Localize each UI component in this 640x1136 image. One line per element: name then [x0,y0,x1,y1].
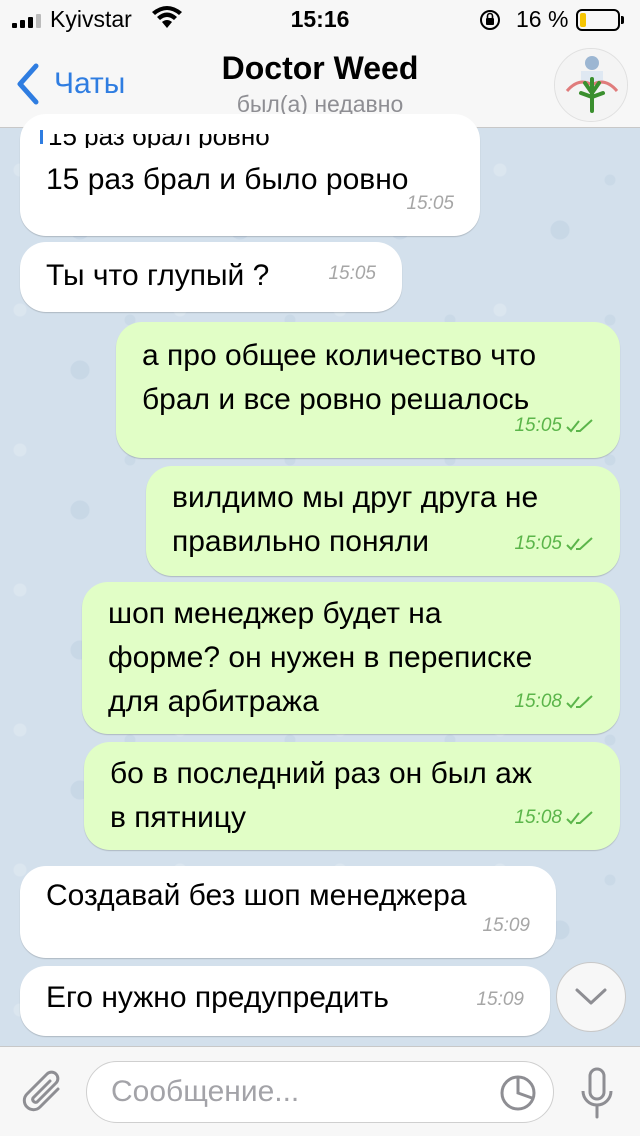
microphone-icon[interactable] [580,1067,614,1121]
message-text: Создавай без шоп менеджера [46,879,467,912]
paperclip-icon[interactable] [20,1067,68,1119]
status-bar: Kyivstar 15:16 16 % [0,0,640,40]
avatar[interactable] [554,48,628,122]
battery-level [580,13,586,27]
back-button[interactable]: Чаты [14,60,125,108]
message-outgoing[interactable]: бо в последний раз он был аж в пятницу 1… [84,742,620,850]
message-input-container [86,1061,554,1123]
message-outgoing[interactable]: вилдимо мы друг друга не правильно понял… [146,466,620,576]
message-outgoing[interactable]: а про общее количество что брал и все ро… [116,322,620,458]
message-input[interactable] [111,1062,491,1122]
message-text: бо в последний раз он был аж в пятницу [110,757,532,834]
message-text: вилдимо мы друг друга не правильно понял… [172,481,539,558]
reply-quote-text: 15 раз брал ровно [48,121,270,151]
message-text: а про общее количество что брал и все ро… [142,339,537,416]
message-time: 15:05 [514,522,594,566]
message-time: 15:09 [482,915,530,936]
message-time: 15:05 [406,193,454,214]
back-label: Чаты [54,67,126,100]
double-check-icon [566,419,593,433]
message-text: 15 раз брал и было ровно [46,163,409,196]
composer-bar [0,1046,640,1136]
chat-title-block[interactable]: Doctor Weed был(а) недавно [140,50,500,118]
message-time: 15:09 [476,989,524,1010]
rotation-lock-icon [480,10,500,30]
double-check-icon [566,537,593,551]
message-time: 15:08 [514,680,594,724]
message-incoming[interactable]: 15 раз брал ровно 15 раз брал и было ров… [20,114,480,236]
message-incoming[interactable]: Создавай без шоп менеджера 15:09 [20,866,556,958]
message-text: Его нужно предупредить [46,981,389,1014]
message-incoming[interactable]: Ты что глупый ? 15:05 [20,242,402,312]
reply-quote-bar [40,130,43,144]
message-time: 15:08 [514,796,594,840]
message-outgoing[interactable]: шоп менеджер будет на форме? он нужен в … [82,582,620,734]
scroll-to-bottom-button[interactable] [556,962,626,1032]
chevron-down-icon [575,988,607,1005]
message-text: Ты что глупый ? [46,259,270,292]
double-check-icon [566,811,593,825]
battery-percent: 16 % [516,6,569,32]
double-check-icon [566,695,593,709]
message-incoming[interactable]: Его нужно предупредить 15:09 [20,966,550,1036]
sticker-icon[interactable] [499,1074,537,1112]
message-time: 15:05 [328,263,376,284]
battery-icon [576,9,624,31]
chat-title: Doctor Weed [221,50,419,86]
message-text: шоп менеджер будет на форме? он нужен в … [108,597,533,718]
chevron-left-icon [17,63,39,105]
leaf-icon [555,49,627,121]
message-time: 15:05 [514,404,594,448]
